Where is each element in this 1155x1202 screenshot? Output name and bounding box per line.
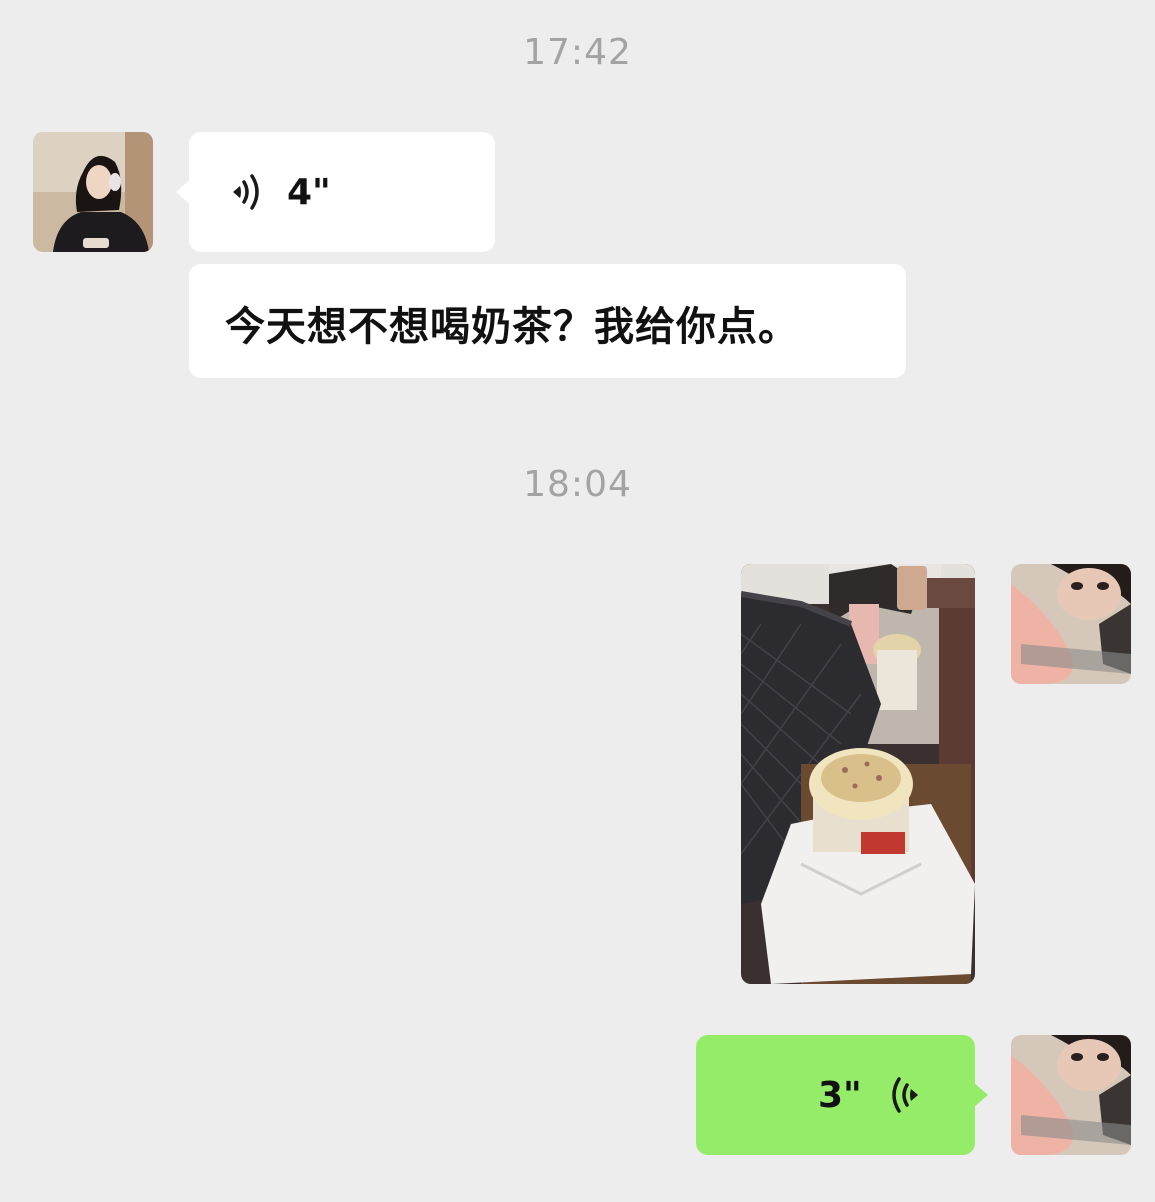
voice-duration: 4" [287,172,331,213]
voice-wave-icon [233,174,259,210]
message-text: 今天想不想喝奶茶？我给你点。 [225,304,799,350]
voice-message-bubble[interactable]: 4" [176,132,495,252]
contact-avatar[interactable] [33,132,153,252]
bubble-tail [176,180,190,204]
timestamp: 18:04 [523,464,632,505]
my-avatar[interactable] [1011,564,1131,684]
voice-duration: 3" [818,1075,862,1116]
timestamp: 17:42 [523,32,632,73]
bubble-tail [974,1083,988,1107]
my-avatar[interactable] [1011,1035,1131,1155]
text-message-bubble[interactable]: 今天想不想喝奶茶？我给你点。 [189,264,906,378]
my-avatar-image [1011,1035,1131,1155]
voice-message-bubble[interactable]: 3" [696,1035,988,1155]
voice-wave-icon [892,1077,918,1113]
my-avatar-image [1011,564,1131,684]
contact-avatar-image [33,132,153,252]
image-message[interactable] [741,564,975,984]
milk-tea-photo [741,564,975,984]
